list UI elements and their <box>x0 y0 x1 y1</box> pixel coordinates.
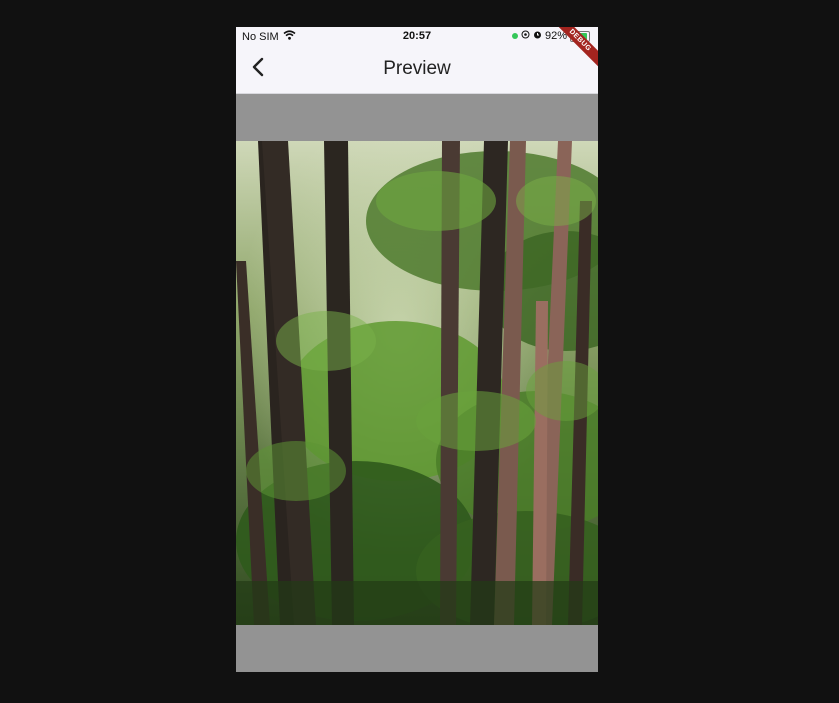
phone-screen: No SIM 20:57 92% Preview DEBUG <box>236 27 598 672</box>
location-icon <box>521 30 530 42</box>
alarm-icon <box>533 30 542 42</box>
app-bar: Preview <box>236 46 598 94</box>
forest-photo <box>236 141 598 631</box>
page-title: Preview <box>383 58 451 79</box>
privacy-indicator-icon <box>511 33 518 39</box>
preview-image <box>236 141 598 631</box>
status-bar: No SIM 20:57 92% <box>236 27 598 46</box>
